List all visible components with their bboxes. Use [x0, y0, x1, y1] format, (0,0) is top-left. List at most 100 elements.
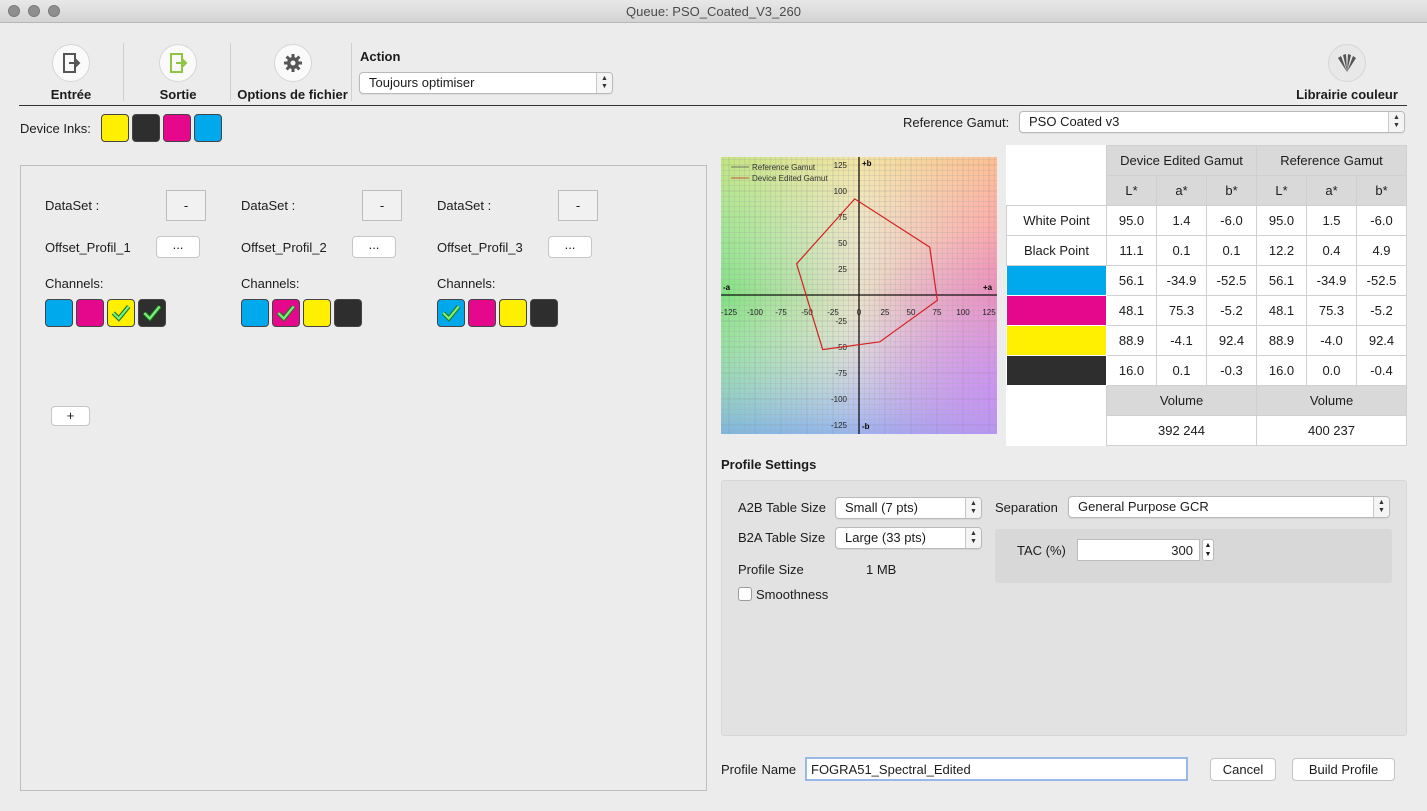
- table-cell: -52.5: [1206, 265, 1257, 296]
- chevron-updown-icon: ▲ ▼: [1373, 497, 1389, 517]
- toolbar-divider: [19, 105, 1407, 106]
- a-tick-label: -25: [827, 308, 839, 317]
- dataset-browse-button[interactable]: ...: [548, 236, 592, 258]
- build-profile-button[interactable]: Build Profile: [1292, 758, 1395, 781]
- a2b-select[interactable]: Small (7 pts) ▲ ▼: [835, 497, 982, 519]
- b-tick-label: 125: [834, 161, 848, 170]
- table-corner: [1007, 386, 1107, 416]
- a-tick-label: 50: [907, 308, 916, 317]
- channel-toggle[interactable]: [468, 299, 496, 327]
- a2b-value: Small (7 pts): [845, 500, 918, 515]
- axis-neg-b: -b: [862, 422, 870, 431]
- table-row: White Point 95.0 1.4 -6.0 95.0 1.5 -6.0: [1006, 205, 1407, 236]
- app-window: Queue: PSO_Coated_V3_260 Entrée Sortie O…: [0, 0, 1427, 811]
- device-ink-swatch[interactable]: [132, 114, 160, 142]
- legend-device: Device Edited Gamut: [752, 174, 828, 183]
- table-cell: 11.1: [1106, 235, 1157, 266]
- reference-gamut-select[interactable]: PSO Coated v3 ▲ ▼: [1019, 111, 1405, 133]
- column-header: b*: [1356, 175, 1407, 206]
- channel-toggle[interactable]: [530, 299, 558, 327]
- dataset-profile-label: Offset_Profil_1: [45, 240, 131, 255]
- a-tick-label: 125: [982, 308, 996, 317]
- separation-select[interactable]: General Purpose GCR ▲ ▼: [1068, 496, 1390, 518]
- dataset-remove-button[interactable]: -: [558, 190, 598, 221]
- window-title: Queue: PSO_Coated_V3_260: [626, 4, 801, 19]
- channel-toggle[interactable]: [499, 299, 527, 327]
- dataset-remove-button[interactable]: -: [362, 190, 402, 221]
- a-tick-label: 100: [956, 308, 970, 317]
- table-corner: [1007, 416, 1107, 446]
- checkmark-icon: [441, 305, 461, 322]
- chevron-updown-icon: ▲ ▼: [965, 498, 981, 518]
- channel-toggle[interactable]: [107, 299, 135, 327]
- a-tick-label: 75: [933, 308, 942, 317]
- table-cell: -52.5: [1356, 265, 1407, 296]
- smoothness-checkbox[interactable]: [738, 587, 752, 601]
- table-cell: 92.4: [1356, 325, 1407, 356]
- volume-value: 400 237: [1256, 415, 1407, 446]
- table-cell: 48.1: [1106, 295, 1157, 326]
- table-corner: [1007, 176, 1107, 206]
- tac-input[interactable]: 300: [1077, 539, 1200, 561]
- channel-toggle[interactable]: [334, 299, 362, 327]
- entree-label: Entrée: [50, 87, 92, 102]
- checkmark-icon: [111, 305, 131, 322]
- toolbar-separator: [123, 43, 124, 101]
- channel-toggle[interactable]: [138, 299, 166, 327]
- b-tick-label: 75: [838, 213, 847, 222]
- column-header: L*: [1256, 175, 1307, 206]
- dataset-remove-button[interactable]: -: [166, 190, 206, 221]
- row-label: White Point: [1006, 205, 1107, 236]
- table-cell: 88.9: [1256, 325, 1307, 356]
- sortie-label: Sortie: [159, 87, 197, 102]
- axis-neg-a: -a: [723, 283, 731, 292]
- table-row: 56.1 -34.9 -52.5 56.1 -34.9 -52.5: [1006, 265, 1407, 296]
- device-ink-swatch[interactable]: [194, 114, 222, 142]
- b2a-select[interactable]: Large (33 pts) ▲ ▼: [835, 527, 982, 549]
- channel-toggle[interactable]: [76, 299, 104, 327]
- device-ink-swatch[interactable]: [101, 114, 129, 142]
- options-fichier-label: Options de fichier: [237, 87, 348, 102]
- action-select[interactable]: Toujours optimiser ▲ ▼: [359, 72, 613, 94]
- channel-toggle[interactable]: [241, 299, 269, 327]
- reference-gamut-label: Reference Gamut:: [903, 115, 1010, 130]
- table-corner: [1007, 146, 1107, 176]
- device-inks-label: Device Inks:: [20, 121, 91, 136]
- toolbar-separator: [351, 43, 352, 101]
- channel-toggle[interactable]: [437, 299, 465, 327]
- add-dataset-button[interactable]: +: [51, 406, 90, 426]
- b-tick-label: 25: [838, 265, 847, 274]
- table-cell: 75.3: [1156, 295, 1207, 326]
- librairie-label: Librairie couleur: [1296, 87, 1398, 102]
- table-cell: -6.0: [1206, 205, 1257, 236]
- profile-name-input[interactable]: FOGRA51_Spectral_Edited: [805, 757, 1188, 781]
- table-cell: 0.4: [1306, 235, 1357, 266]
- column-header: b*: [1206, 175, 1257, 206]
- channel-toggle[interactable]: [272, 299, 300, 327]
- dataset-browse-button[interactable]: ...: [156, 236, 200, 258]
- profile-settings-title: Profile Settings: [721, 457, 817, 472]
- table-cell: 16.0: [1106, 355, 1157, 386]
- profile-name-label: Profile Name: [721, 762, 797, 777]
- b-tick-label: 100: [834, 187, 848, 196]
- color-swatch-fan-icon: [1328, 44, 1366, 82]
- column-header: a*: [1156, 175, 1207, 206]
- profile-size-label: Profile Size: [738, 562, 804, 577]
- cancel-button[interactable]: Cancel: [1210, 758, 1276, 781]
- a-tick-label: -125: [721, 308, 738, 317]
- entree-button[interactable]: Entrée: [47, 44, 95, 102]
- channel-toggle[interactable]: [303, 299, 331, 327]
- table-cell: 56.1: [1256, 265, 1307, 296]
- axis-pos-b: +b: [862, 159, 872, 168]
- device-ink-swatch[interactable]: [163, 114, 191, 142]
- dataset-browse-button[interactable]: ...: [352, 236, 396, 258]
- tac-stepper[interactable]: ▲ ▼: [1202, 539, 1214, 561]
- sortie-button[interactable]: Sortie: [155, 44, 201, 102]
- librairie-couleur-button[interactable]: Librairie couleur: [1294, 44, 1400, 102]
- options-fichier-button[interactable]: Options de fichier: [235, 44, 350, 102]
- table-row: 88.9 -4.1 92.4 88.9 -4.0 92.4: [1006, 325, 1407, 356]
- channel-toggle[interactable]: [45, 299, 73, 327]
- table-cell: 12.2: [1256, 235, 1307, 266]
- ink-color-cell: [1006, 325, 1107, 356]
- group-header: Device Edited Gamut: [1106, 145, 1257, 176]
